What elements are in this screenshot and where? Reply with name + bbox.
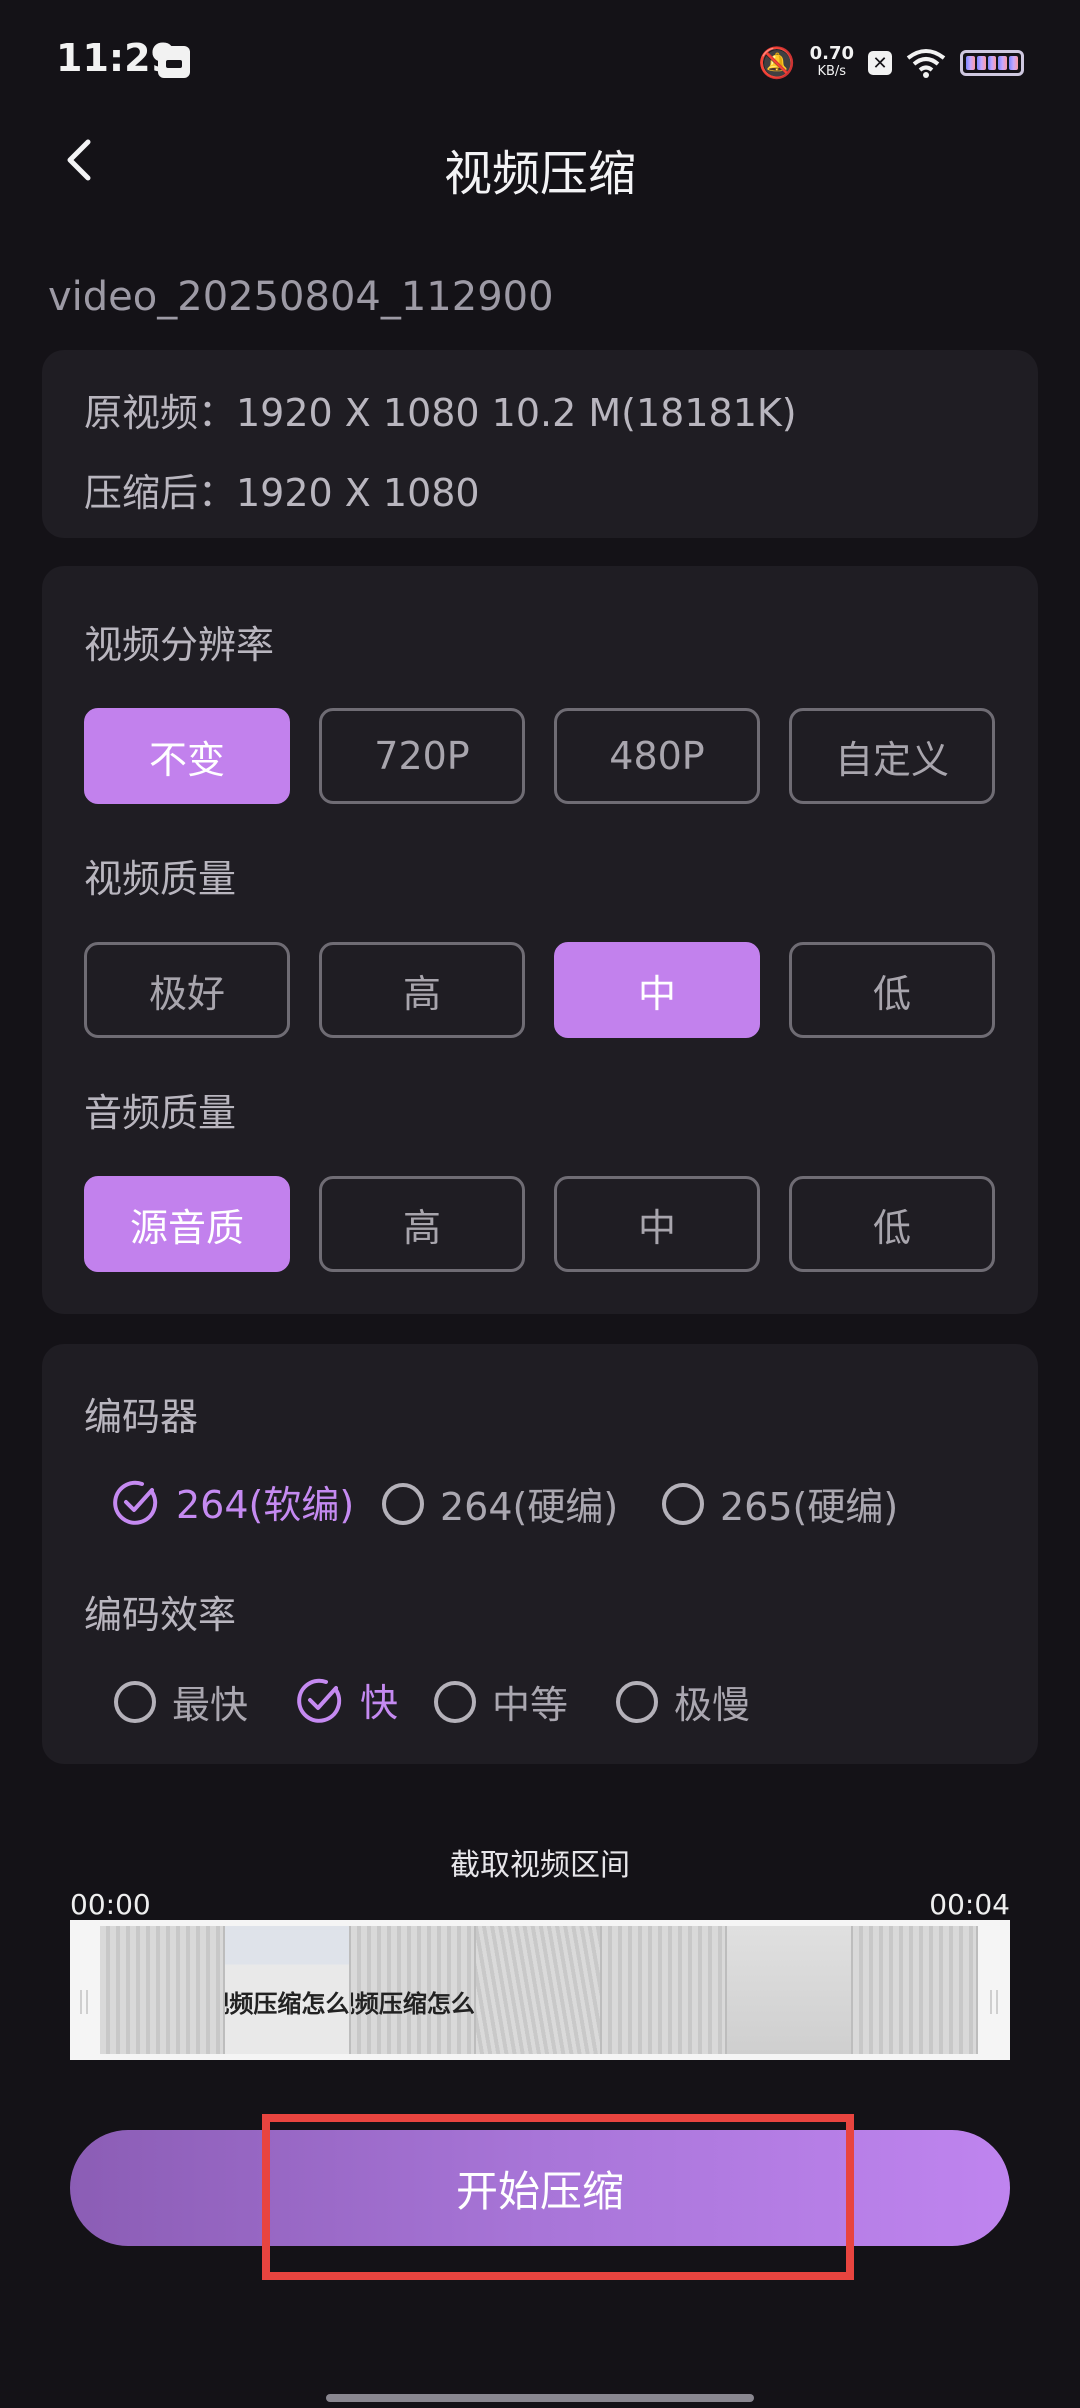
radio-circle-icon <box>114 1680 156 1723</box>
trim-left-handle[interactable] <box>80 1990 88 2014</box>
efficiency-label: 编码效率 <box>84 1593 237 1637</box>
network-speed: 0.70 KB/s <box>810 45 854 81</box>
trim-title: 截取视频区间 <box>450 1848 630 1883</box>
video-frame: 视频压缩怎么用 <box>225 1926 351 2054</box>
audio-quality-medium[interactable]: 中 <box>554 1176 760 1272</box>
video-quality-label: 视频质量 <box>84 857 237 901</box>
efficiency-option-slowest[interactable]: 极慢 <box>616 1674 750 1729</box>
encoder-option-265-hard[interactable]: 265(硬编) <box>662 1476 898 1531</box>
page-title: 视频压缩 <box>443 146 636 202</box>
video-frame <box>476 1926 602 2054</box>
trim-right-handle[interactable] <box>990 1990 998 2014</box>
audio-quality-low[interactable]: 低 <box>789 1176 995 1272</box>
efficiency-option-medium[interactable]: 中等 <box>434 1674 568 1729</box>
efficiency-option-label: 最快 <box>172 1683 249 1727</box>
encoder-option-label: 264(硬编) <box>440 1485 619 1529</box>
speed-value: 0.70 <box>809 43 854 64</box>
encoder-option-264-hard[interactable]: 264(硬编) <box>382 1476 618 1531</box>
trim-end-time: 00:04 <box>929 1888 1010 1921</box>
radio-circle-icon <box>616 1680 658 1723</box>
video-frame <box>601 1926 728 2054</box>
video-quality-excellent[interactable]: 极好 <box>84 942 290 1038</box>
video-frame <box>852 1926 978 2054</box>
video-frame: 视频压缩怎么用 <box>350 1926 477 2054</box>
audio-quality-label: 音频质量 <box>84 1091 237 1135</box>
encoder-option-label: 265(硬编) <box>720 1485 899 1529</box>
wifi-icon <box>906 49 946 78</box>
frame-caption: 视频压缩怎么用 <box>225 1990 350 2018</box>
frame-caption: 视频压缩怎么用 <box>351 1990 475 2018</box>
video-frame <box>727 1926 853 2054</box>
file-name: video_20250804_112900 <box>48 274 554 320</box>
resolution-option-480p[interactable]: 480P <box>554 708 760 804</box>
efficiency-option-label: 中等 <box>492 1683 569 1727</box>
efficiency-option-label: 极慢 <box>674 1683 751 1727</box>
trim-start-time: 00:00 <box>70 1888 151 1921</box>
resolution-option-unchanged[interactable]: 不变 <box>84 708 290 804</box>
video-frame <box>100 1926 226 2054</box>
encoder-option-264-soft[interactable]: 264(软编) <box>112 1474 354 1529</box>
audio-quality-high[interactable]: 高 <box>319 1176 525 1272</box>
radio-circle-icon <box>382 1482 424 1525</box>
radio-circle-icon <box>434 1680 476 1723</box>
encoder-label: 编码器 <box>84 1395 199 1439</box>
resolution-label: 视频分辨率 <box>84 623 275 667</box>
compressed-info: 压缩后：1920 X 1080 <box>84 471 480 515</box>
video-quality-medium[interactable]: 中 <box>554 942 760 1038</box>
original-info: 原视频：1920 X 1080 10.2 M(18181K) <box>84 391 797 435</box>
check-circle-icon <box>297 1678 342 1723</box>
resolution-option-720p[interactable]: 720P <box>319 708 525 804</box>
video-thumbnail-frames: 视频压缩怎么用 视频压缩怎么用 <box>100 1926 978 2054</box>
battery-icon <box>960 50 1024 76</box>
efficiency-option-label: 快 <box>360 1681 399 1725</box>
storage-icon <box>158 46 190 78</box>
highlight-box <box>262 2114 854 2280</box>
video-quality-high[interactable]: 高 <box>319 942 525 1038</box>
home-indicator[interactable] <box>326 2394 754 2402</box>
radio-circle-icon <box>662 1482 704 1525</box>
status-icons: 🔕 0.70 KB/s ✕ <box>758 40 1024 86</box>
efficiency-option-fastest[interactable]: 最快 <box>114 1674 248 1729</box>
resolution-option-custom[interactable]: 自定义 <box>789 708 995 804</box>
check-circle-icon <box>113 1480 158 1525</box>
audio-quality-source[interactable]: 源音质 <box>84 1176 290 1272</box>
encoder-option-label: 264(软编) <box>176 1483 355 1527</box>
notification-muted-icon: 🔕 <box>758 45 796 81</box>
speed-unit: KB/s <box>817 64 847 79</box>
video-quality-low[interactable]: 低 <box>789 942 995 1038</box>
efficiency-option-fast[interactable]: 快 <box>296 1672 398 1727</box>
close-box-icon: ✕ <box>868 51 892 75</box>
